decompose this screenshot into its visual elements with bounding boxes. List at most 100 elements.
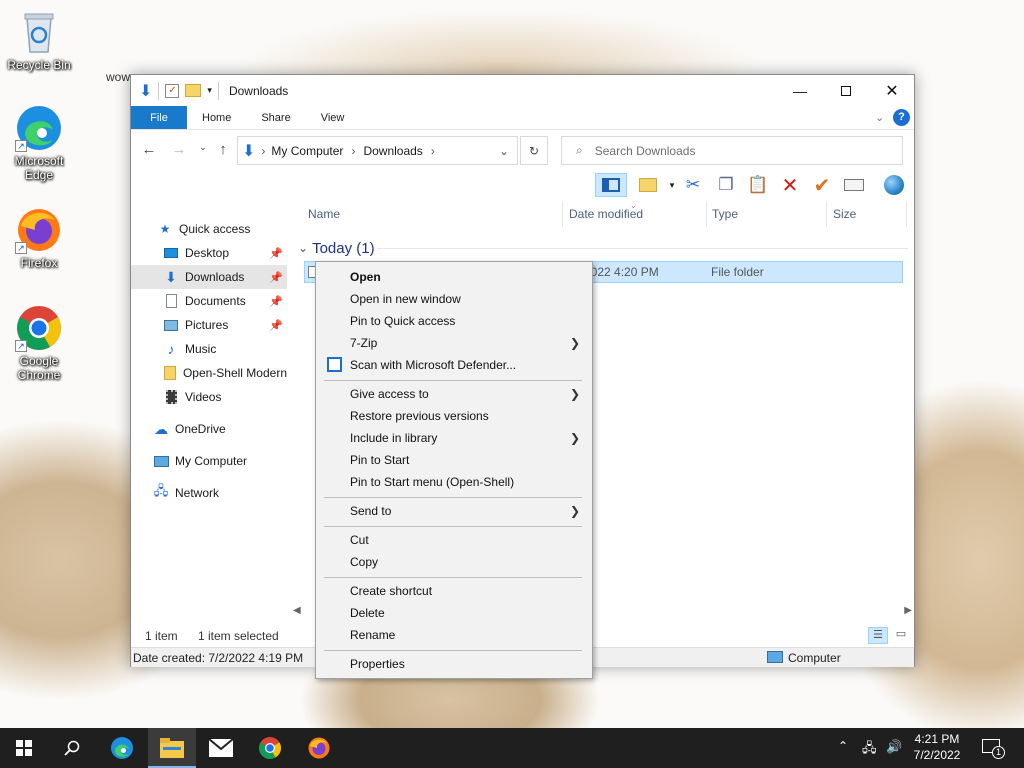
menu-item-include-in-library[interactable]: Include in library ❯ xyxy=(318,427,590,449)
expand-ribbon-icon[interactable]: ⌄ xyxy=(875,111,884,124)
nav-network[interactable]: 🖧 Network xyxy=(131,481,287,505)
nav-open-shell-modern[interactable]: Open-Shell Modern xyxy=(131,361,287,385)
nav-label: Open-Shell Modern xyxy=(182,366,287,380)
desktop-icon-edge[interactable]: ↗ Microsoft Edge xyxy=(1,104,77,182)
taskbar-edge[interactable] xyxy=(98,728,146,768)
nav-onedrive[interactable]: ☁ OneDrive xyxy=(131,417,287,441)
close-button[interactable]: ✕ xyxy=(869,75,915,106)
taskbar-chrome[interactable] xyxy=(246,728,294,768)
nav-videos[interactable]: Videos xyxy=(131,385,287,409)
show-hidden-icons-icon[interactable]: ⌃ xyxy=(838,739,848,753)
details-view-button[interactable]: ☰ xyxy=(868,627,888,644)
pin-icon[interactable]: 📌 xyxy=(269,247,283,260)
copy-button[interactable]: ❐ xyxy=(713,173,739,197)
pin-icon[interactable]: 📌 xyxy=(269,271,283,284)
menu-label: Include in library xyxy=(350,431,438,445)
volume-icon[interactable]: 🔊 xyxy=(886,739,902,755)
menu-item-7-zip[interactable]: 7-Zip ❯ xyxy=(318,332,590,354)
notification-center-button[interactable]: 1 xyxy=(980,736,1005,760)
new-folder-icon[interactable] xyxy=(185,84,202,97)
pin-icon[interactable]: 📌 xyxy=(269,295,283,308)
column-header-type[interactable]: Type xyxy=(712,207,738,221)
tab-home[interactable]: Home xyxy=(187,106,246,129)
menu-label: Open xyxy=(350,270,381,284)
menu-item-delete[interactable]: Delete xyxy=(318,602,590,624)
nav-quick-access[interactable]: ★ Quick access xyxy=(131,217,287,241)
recycle-bin-icon xyxy=(15,8,63,56)
breadcrumb-downloads[interactable]: Downloads xyxy=(363,144,422,158)
menu-item-send-to[interactable]: Send to ❯ xyxy=(318,500,590,522)
start-button[interactable] xyxy=(0,728,48,768)
taskbar-file-explorer[interactable] xyxy=(148,728,196,768)
help-icon[interactable]: ? xyxy=(893,109,910,126)
pin-icon[interactable]: 📌 xyxy=(269,319,283,332)
menu-item-rename[interactable]: Rename xyxy=(318,624,590,646)
network-icon[interactable]: 🖧 xyxy=(862,739,877,761)
taskbar-firefox[interactable] xyxy=(295,728,343,768)
desktop-icon-firefox[interactable]: ↗ Firefox xyxy=(1,206,77,270)
tab-share[interactable]: Share xyxy=(246,106,305,129)
maximize-button[interactable] xyxy=(823,75,869,106)
new-folder-button[interactable] xyxy=(635,173,661,197)
title-bar[interactable]: ⬇ ✓ ▾ Downloads — ✕ xyxy=(131,75,914,106)
scroll-right-icon[interactable]: ▶ xyxy=(904,605,912,616)
nav-downloads[interactable]: ⬇ Downloads 📌 xyxy=(131,265,287,289)
search-input[interactable]: ⌕ Search Downloads xyxy=(561,136,903,165)
nav-pictures[interactable]: Pictures 📌 xyxy=(131,313,287,337)
menu-label: Delete xyxy=(350,606,385,620)
music-note-icon: ♪ xyxy=(167,341,175,357)
desktop-icon-chrome[interactable]: ↗ Google Chrome xyxy=(1,304,77,382)
nav-documents[interactable]: Documents 📌 xyxy=(131,289,287,313)
shortcut-arrow-icon: ↗ xyxy=(15,140,27,152)
search-button[interactable] xyxy=(48,728,96,768)
paste-button[interactable]: 📋 xyxy=(745,173,771,197)
menu-item-restore-previous-versions[interactable]: Restore previous versions xyxy=(318,405,590,427)
customize-toolbar-icon[interactable]: ▾ xyxy=(207,85,212,96)
properties-icon[interactable]: ✓ xyxy=(165,83,180,98)
menu-item-scan-defender[interactable]: Scan with Microsoft Defender... xyxy=(318,354,590,376)
menu-item-open-in-new-window[interactable]: Open in new window xyxy=(318,288,590,310)
tab-file[interactable]: File xyxy=(131,106,187,129)
nav-music[interactable]: ♪ Music xyxy=(131,337,287,361)
menu-item-open[interactable]: Open xyxy=(318,266,590,288)
menu-item-cut[interactable]: Cut xyxy=(318,529,590,551)
refresh-button[interactable]: ↻ xyxy=(520,136,548,165)
address-dropdown-icon[interactable]: ⌄ xyxy=(499,144,509,158)
large-icons-view-button[interactable]: ▭ xyxy=(891,627,911,644)
address-bar[interactable]: ⬇ › My Computer › Downloads › ⌄ xyxy=(237,136,518,165)
file-explorer-icon xyxy=(160,738,184,758)
menu-item-pin-to-start-menu-open-shell[interactable]: Pin to Start menu (Open-Shell) xyxy=(318,471,590,493)
menu-item-properties[interactable]: Properties xyxy=(318,653,590,675)
scroll-left-icon[interactable]: ◀ xyxy=(293,605,301,616)
menu-item-pin-to-start[interactable]: Pin to Start xyxy=(318,449,590,471)
properties-button[interactable] xyxy=(881,173,907,197)
divider xyxy=(324,577,582,578)
clock-date: 7/2/2022 xyxy=(913,748,961,762)
column-header-size[interactable]: Size xyxy=(833,207,856,221)
back-button[interactable]: ← xyxy=(137,141,161,158)
breadcrumb-my-computer[interactable]: My Computer xyxy=(271,144,343,158)
column-header-name[interactable]: Name xyxy=(308,207,340,221)
taskbar-mail[interactable] xyxy=(197,728,245,768)
open-shell-toolbar: ▾ ✂ ❐ 📋 ✕ ✔ xyxy=(131,170,914,200)
menu-item-give-access-to[interactable]: Give access to ❯ xyxy=(318,383,590,405)
nav-desktop[interactable]: Desktop 📌 xyxy=(131,241,287,265)
select-button[interactable]: ✔ xyxy=(809,173,835,197)
cut-button[interactable]: ✂ xyxy=(680,173,706,197)
desktop-icon-recycle-bin[interactable]: Recycle Bin xyxy=(1,8,77,72)
rename-icon xyxy=(844,179,864,191)
globe-icon xyxy=(884,175,904,195)
menu-item-create-shortcut[interactable]: Create shortcut xyxy=(318,580,590,602)
menu-item-copy[interactable]: Copy xyxy=(318,551,590,573)
preview-pane-button[interactable] xyxy=(595,173,627,197)
nav-label: My Computer xyxy=(175,454,248,468)
rename-button[interactable] xyxy=(841,173,867,197)
minimize-button[interactable]: — xyxy=(777,75,823,106)
forward-button[interactable]: → xyxy=(167,141,191,158)
up-button[interactable]: ↑ xyxy=(211,141,235,158)
clock[interactable]: 4:21 PM 7/2/2022 xyxy=(905,731,969,763)
tab-view[interactable]: View xyxy=(306,106,360,129)
delete-button[interactable]: ✕ xyxy=(777,173,803,197)
nav-my-computer[interactable]: My Computer xyxy=(131,449,287,473)
menu-item-pin-to-quick-access[interactable]: Pin to Quick access xyxy=(318,310,590,332)
